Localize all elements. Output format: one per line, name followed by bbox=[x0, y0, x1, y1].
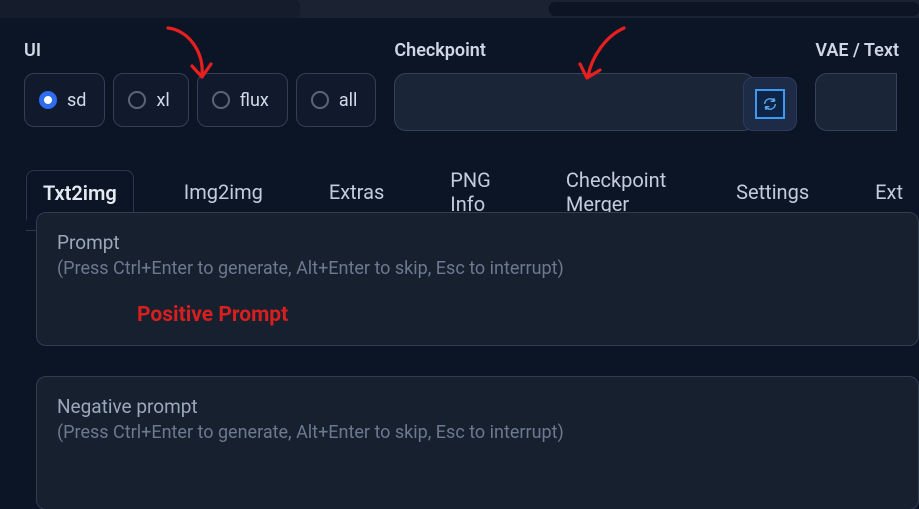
top-controls-row: UI sd xl flux all Checkpoint bbox=[0, 40, 919, 131]
negative-prompt-hint: (Press Ctrl+Enter to generate, Alt+Enter… bbox=[57, 422, 898, 443]
ui-label: UI bbox=[24, 40, 376, 61]
radio-flux[interactable]: flux bbox=[197, 73, 288, 127]
tab-settings[interactable]: Settings bbox=[720, 170, 825, 218]
prompt-label: Prompt bbox=[57, 231, 898, 254]
prompt-textarea[interactable]: Prompt (Press Ctrl+Enter to generate, Al… bbox=[36, 212, 919, 346]
tab-extras[interactable]: Extras bbox=[313, 170, 400, 218]
radio-dot-icon bbox=[39, 91, 57, 109]
vae-group: VAE / Text bbox=[815, 40, 899, 131]
radio-all-label: all bbox=[339, 90, 358, 111]
negative-prompt-label: Negative prompt bbox=[57, 395, 898, 418]
prompt-hint: (Press Ctrl+Enter to generate, Alt+Enter… bbox=[57, 258, 898, 279]
tab-img2img[interactable]: Img2img bbox=[168, 170, 279, 218]
radio-xl[interactable]: xl bbox=[113, 73, 188, 127]
checkpoint-label: Checkpoint bbox=[394, 40, 725, 61]
radio-all[interactable]: all bbox=[296, 73, 377, 127]
radio-sd[interactable]: sd bbox=[24, 73, 105, 127]
radio-dot-icon bbox=[128, 91, 146, 109]
refresh-checkpoint-button[interactable] bbox=[743, 77, 797, 131]
txt2img-panel: Prompt (Press Ctrl+Enter to generate, Al… bbox=[36, 212, 919, 509]
browser-urlbar-ghost bbox=[549, 2, 919, 16]
radio-flux-label: flux bbox=[240, 90, 269, 111]
radio-dot-icon bbox=[311, 91, 329, 109]
ui-radio-group: UI sd xl flux all bbox=[24, 40, 376, 127]
radio-xl-label: xl bbox=[156, 90, 169, 111]
refresh-icon bbox=[755, 89, 785, 119]
ui-radio-row: sd xl flux all bbox=[24, 73, 376, 127]
radio-sd-label: sd bbox=[67, 90, 86, 111]
checkpoint-group: Checkpoint bbox=[394, 40, 725, 131]
annotation-positive-prompt: Positive Prompt bbox=[137, 303, 288, 327]
tab-extensions[interactable]: Ext bbox=[859, 170, 919, 218]
radio-dot-icon bbox=[212, 91, 230, 109]
browser-tab-ghost bbox=[0, 0, 300, 18]
checkpoint-select[interactable] bbox=[394, 73, 755, 131]
vae-select[interactable] bbox=[815, 73, 897, 131]
negative-prompt-textarea[interactable]: Negative prompt (Press Ctrl+Enter to gen… bbox=[36, 376, 919, 509]
browser-chrome-ghost bbox=[0, 0, 919, 18]
vae-label: VAE / Text bbox=[815, 40, 899, 61]
